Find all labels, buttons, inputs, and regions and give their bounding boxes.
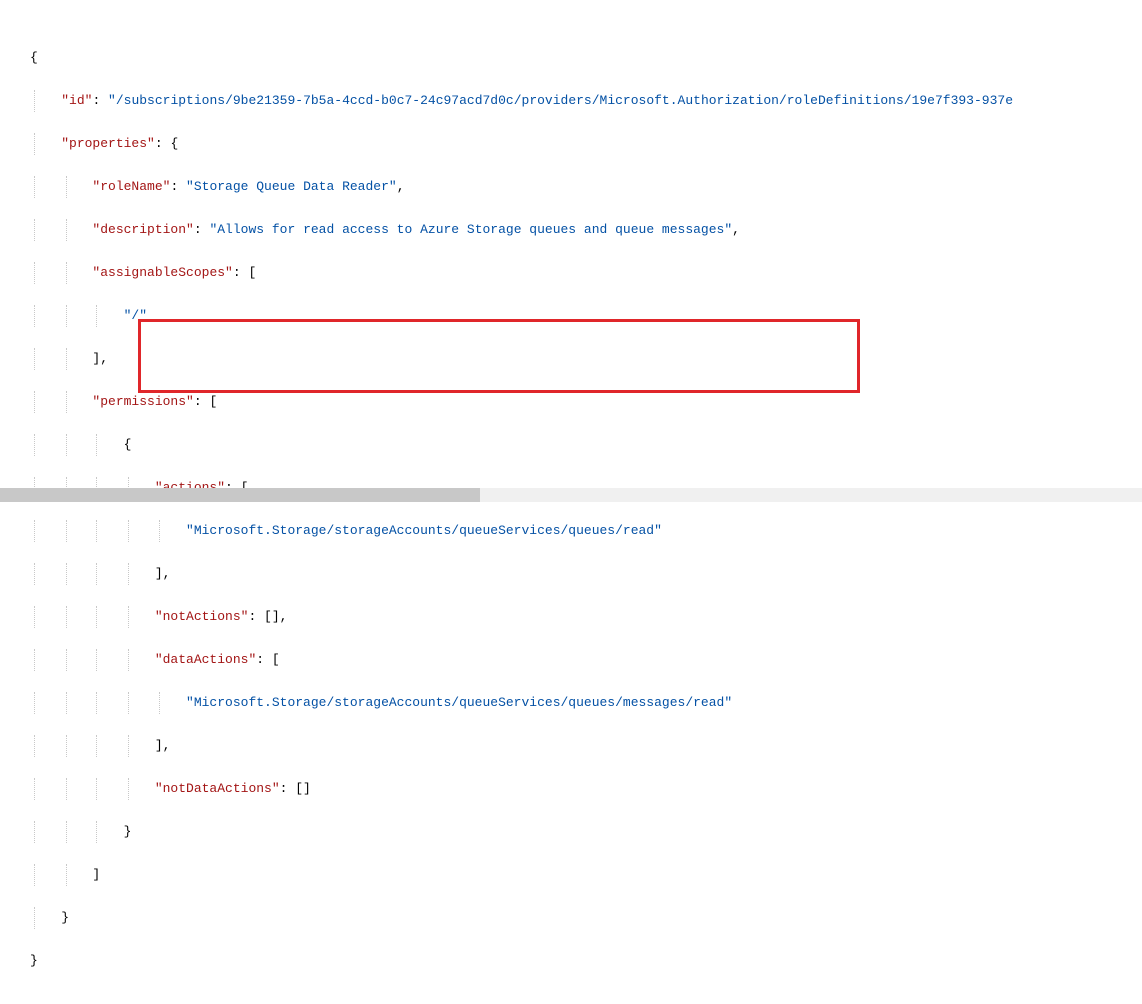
brace-close: } xyxy=(30,953,38,968)
json-value-rolename: "Storage Queue Data Reader" xyxy=(186,179,397,194)
json-value-action: "Microsoft.Storage/storageAccounts/queue… xyxy=(186,523,662,538)
json-value-id: "/subscriptions/9be21359-7b5a-4ccd-b0c7-… xyxy=(108,93,1013,108)
code-line: "notDataActions": [] xyxy=(16,778,1142,800)
horizontal-scrollbar[interactable] xyxy=(0,488,1142,502)
json-key-rolename: "roleName" xyxy=(92,179,170,194)
json-key-assignablescopes: "assignableScopes" xyxy=(92,265,232,280)
json-key-notactions: "notActions" xyxy=(155,609,249,624)
code-line: ], xyxy=(16,563,1142,585)
json-value-description: "Allows for read access to Azure Storage… xyxy=(209,222,732,237)
code-line: "/" xyxy=(16,305,1142,327)
code-line: } xyxy=(16,821,1142,843)
code-line: } xyxy=(16,907,1142,929)
json-key-notdataactions: "notDataActions" xyxy=(155,781,280,796)
code-line: { xyxy=(16,47,1142,69)
json-key-description: "description" xyxy=(92,222,193,237)
code-line: "permissions": [ xyxy=(16,391,1142,413)
code-line: "roleName": "Storage Queue Data Reader", xyxy=(16,176,1142,198)
json-key-properties: "properties" xyxy=(61,136,155,151)
code-line: { xyxy=(16,434,1142,456)
code-line: "Microsoft.Storage/storageAccounts/queue… xyxy=(16,520,1142,542)
json-key-dataactions: "dataActions" xyxy=(155,652,256,667)
code-line: "notActions": [], xyxy=(16,606,1142,628)
code-line: ] xyxy=(16,864,1142,886)
code-line: "Microsoft.Storage/storageAccounts/queue… xyxy=(16,692,1142,714)
json-value-dataaction: "Microsoft.Storage/storageAccounts/queue… xyxy=(186,695,732,710)
json-code-block: { "id": "/subscriptions/9be21359-7b5a-4c… xyxy=(0,0,1142,1004)
code-line: ], xyxy=(16,348,1142,370)
code-line: "assignableScopes": [ xyxy=(16,262,1142,284)
code-line: "id": "/subscriptions/9be21359-7b5a-4ccd… xyxy=(16,90,1142,112)
json-key-id: "id" xyxy=(61,93,92,108)
code-line: "description": "Allows for read access t… xyxy=(16,219,1142,241)
json-value-scope: "/" xyxy=(124,308,147,323)
code-line: "dataActions": [ xyxy=(16,649,1142,671)
code-line: } xyxy=(16,950,1142,972)
code-line: ], xyxy=(16,735,1142,757)
code-line: "properties": { xyxy=(16,133,1142,155)
json-key-permissions: "permissions" xyxy=(92,394,193,409)
brace-open: { xyxy=(30,50,38,65)
scrollbar-thumb[interactable] xyxy=(0,488,480,502)
